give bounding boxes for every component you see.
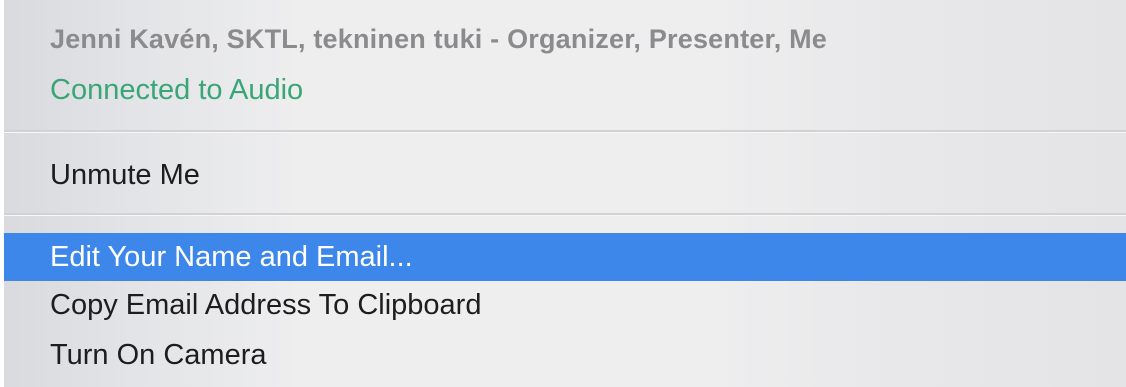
menu-item-label: Edit Your Name and Email... (50, 240, 413, 273)
menu-item-label: Turn On Camera (50, 338, 267, 371)
menu-item-label: Copy Email Address To Clipboard (50, 288, 482, 321)
copy-email-item[interactable]: Copy Email Address To Clipboard (4, 281, 1126, 329)
menu-header: Jenni Kavén, SKTL, tekninen tuki - Organ… (0, 0, 1126, 130)
unmute-me-item[interactable]: Unmute Me (4, 151, 1126, 199)
menu-item-label: Unmute Me (50, 158, 200, 191)
edit-name-email-item[interactable]: Edit Your Name and Email... (4, 233, 1126, 281)
participant-name: Jenni Kavén, SKTL, tekninen tuki - Organ… (50, 24, 828, 54)
turn-on-camera-item[interactable]: Turn On Camera (4, 331, 1126, 379)
menu-separator (4, 130, 1126, 133)
menu-separator (4, 213, 1126, 216)
audio-status: Connected to Audio (50, 74, 304, 106)
participant-context-menu: Jenni Kavén, SKTL, tekninen tuki - Organ… (0, 0, 1126, 387)
